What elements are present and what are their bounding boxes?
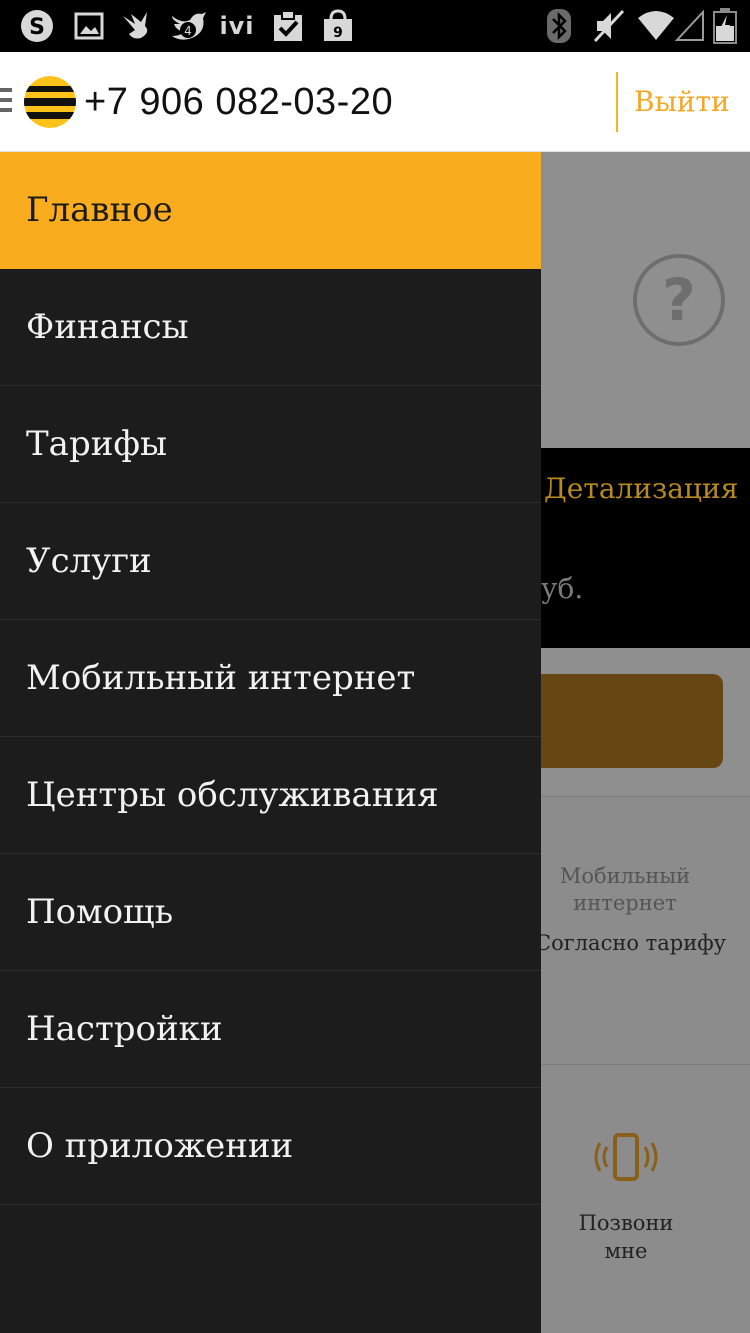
mobile-internet-card[interactable]: Мобильный интернет Согласно тарифу: [541, 796, 750, 1064]
ivi-icon: ivi: [219, 12, 255, 40]
mobile-internet-title: Мобильный интернет: [559, 864, 691, 915]
menu-item-settings[interactable]: Настройки: [0, 971, 541, 1088]
menu-item-main[interactable]: Главное: [0, 152, 541, 269]
navigation-drawer: Главное Финансы Тарифы Услуги Мобильный …: [0, 152, 541, 1333]
menu-item-mobile-internet[interactable]: Мобильный интернет: [0, 620, 541, 737]
balance-section: Детализация уб.: [541, 448, 750, 648]
help-icon[interactable]: ?: [633, 254, 725, 346]
header-divider: [616, 72, 618, 132]
svg-text:S: S: [29, 15, 45, 40]
menu-item-service-centers[interactable]: Центры обслуживания: [0, 737, 541, 854]
bluetooth-icon: [546, 8, 572, 44]
top-up-button[interactable]: [541, 674, 723, 768]
detail-link[interactable]: Детализация: [544, 472, 738, 505]
main-content-dimmed: ? Детализация уб. Мобильный интернет Сог…: [541, 152, 750, 1333]
app-header: +7 906 082-03-20 Выйти: [0, 52, 750, 152]
gallery-icon: [72, 8, 106, 44]
action-section: [541, 648, 750, 796]
call-me-label: Позвони мне: [578, 1211, 674, 1263]
menu-item-about[interactable]: О приложении: [0, 1088, 541, 1205]
content-top-section: ?: [541, 152, 750, 448]
menu-item-help[interactable]: Помощь: [0, 854, 541, 971]
shopping-bag-icon: 9: [320, 8, 356, 44]
beeline-logo: [24, 76, 76, 128]
logout-button[interactable]: Выйти: [634, 80, 730, 124]
clipboard-check-icon: [270, 8, 306, 44]
skype-icon: S: [16, 8, 58, 44]
balance-unit: уб.: [541, 572, 584, 605]
phone-ringing-icon: [591, 1133, 661, 1189]
battery-icon: [712, 8, 738, 44]
menu-item-services[interactable]: Услуги: [0, 503, 541, 620]
phone-number: +7 906 082-03-20: [84, 81, 394, 123]
menu-toggle-icon[interactable]: [0, 88, 12, 118]
twitter-icon: 4: [168, 8, 208, 44]
mobile-internet-value: Согласно тарифу: [541, 931, 727, 955]
wifi-icon: [636, 8, 676, 44]
menu-item-tariffs[interactable]: Тарифы: [0, 386, 541, 503]
twitter-count: 4: [184, 24, 192, 38]
bird-icon: [120, 8, 160, 44]
bag-count: 9: [333, 25, 343, 41]
status-bar: S 4 ivi 9: [0, 0, 750, 52]
signal-icon: [674, 8, 706, 44]
menu-item-finance[interactable]: Финансы: [0, 269, 541, 386]
mute-icon: [592, 8, 626, 44]
call-me-card[interactable]: Позвони мне: [541, 1064, 750, 1333]
